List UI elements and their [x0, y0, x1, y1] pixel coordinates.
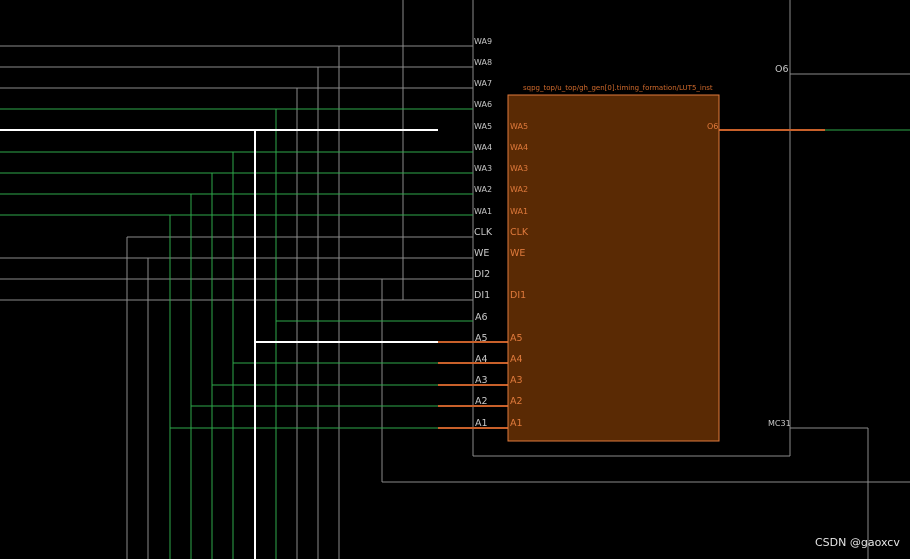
lut-pin-a5: A5: [510, 333, 523, 344]
pin-label-a6: A6: [475, 312, 488, 323]
pin-label-a1: A1: [475, 418, 488, 429]
pin-label-wa4: WA4: [474, 143, 492, 152]
lut-pin-o6: O6: [707, 122, 718, 131]
lut-pin-a2: A2: [510, 396, 523, 407]
pin-label-a2: A2: [475, 396, 488, 407]
pin-label-o6: O6: [775, 64, 789, 75]
pin-label-wa9: WA9: [474, 37, 492, 46]
pin-label-a3: A3: [475, 375, 488, 386]
lut-pin-di1: DI1: [510, 290, 526, 301]
lut-pin-a3: A3: [510, 375, 523, 386]
lut-pin-a4: A4: [510, 354, 523, 365]
pin-label-di1: DI1: [474, 290, 490, 301]
cell-instance-name: sqpg_top/u_top/gh_gen[0].timing_formatio…: [523, 84, 713, 92]
pin-label-a5: A5: [475, 333, 488, 344]
lut-pin-a1: A1: [510, 418, 523, 429]
lut-pin-wa5: WA5: [510, 122, 528, 131]
lut-cell[interactable]: [507, 94, 720, 442]
pin-label-a4: A4: [475, 354, 488, 365]
pin-label-wa6: WA6: [474, 100, 492, 109]
pin-label-wa1: WA1: [474, 207, 492, 216]
pin-label-wa2: WA2: [474, 185, 492, 194]
pin-label-wa8: WA8: [474, 58, 492, 67]
pin-label-mc31: MC31: [768, 419, 791, 428]
lut-pin-clk: CLK: [510, 227, 529, 238]
lut-pin-wa1: WA1: [510, 207, 528, 216]
gray-nets: [0, 0, 910, 559]
pin-label-wa7: WA7: [474, 79, 492, 88]
green-nets: [0, 108, 910, 559]
pin-label-di2: DI2: [474, 269, 490, 280]
watermark: CSDN @gaoxcv: [815, 536, 900, 549]
pin-label-wa3: WA3: [474, 164, 492, 173]
lut-pin-we: WE: [510, 248, 525, 259]
pin-label-wa5: WA5: [474, 122, 492, 131]
lut-pin-wa3: WA3: [510, 164, 528, 173]
pin-label-clk: CLK: [474, 227, 493, 238]
pin-label-we: WE: [474, 248, 489, 259]
lut-pin-wa2: WA2: [510, 185, 528, 194]
schematic-canvas[interactable]: sqpg_top/u_top/gh_gen[0].timing_formatio…: [0, 0, 910, 559]
lut-pin-wa4: WA4: [510, 143, 528, 152]
